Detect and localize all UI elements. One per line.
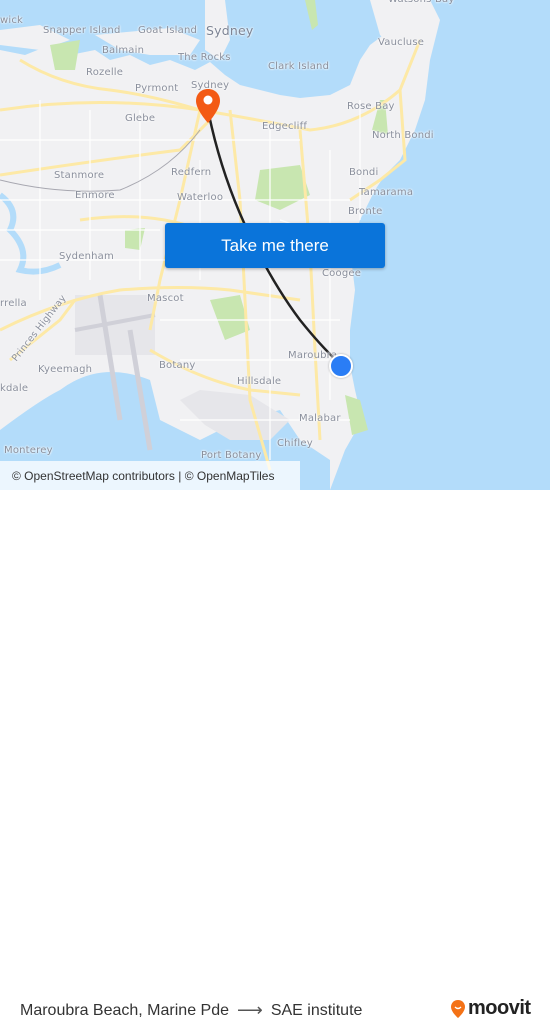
- osm-attribution-link[interactable]: © OpenStreetMap contributors: [12, 469, 175, 483]
- map-attribution: © OpenStreetMap contributors | © OpenMap…: [0, 461, 300, 490]
- place-label: Stanmore: [54, 170, 105, 181]
- place-label: kdale: [0, 383, 29, 394]
- moovit-pin-icon: [451, 999, 465, 1018]
- attribution-separator: |: [174, 468, 185, 483]
- moovit-logo[interactable]: moovit: [450, 997, 531, 1020]
- place-label: Sydney: [206, 23, 254, 38]
- vaucluse-land: [370, 0, 430, 60]
- place-label: Redfern: [171, 167, 212, 178]
- place-label: Watsons Bay: [388, 0, 454, 5]
- origin-name: Maroubra Beach, Marine Pde: [20, 1001, 229, 1019]
- place-label: Waterloo: [177, 192, 224, 203]
- place-label: North Bondi: [372, 130, 434, 141]
- place-label: The Rocks: [178, 52, 231, 63]
- place-label: Malabar: [299, 413, 341, 424]
- place-label: Clark Island: [268, 61, 330, 72]
- arrow-right-icon: ⟶: [237, 1000, 263, 1020]
- moovit-wordmark: moovit: [468, 997, 531, 1019]
- place-label: Chifley: [277, 438, 313, 449]
- port-land: [180, 390, 290, 440]
- place-label: Rose Bay: [347, 101, 395, 112]
- park-centennial: [255, 165, 310, 210]
- park-sydenham: [125, 228, 145, 250]
- airport: [75, 295, 155, 355]
- place-label: Botany: [159, 360, 196, 371]
- place-label: Enmore: [75, 190, 115, 201]
- place-label: Coogee: [322, 268, 362, 279]
- place-label: Bronte: [348, 206, 383, 217]
- origin-dot-icon[interactable]: [329, 354, 353, 378]
- take-me-there-button[interactable]: Take me there: [165, 223, 385, 268]
- destination-name: SAE institute: [270, 1001, 363, 1019]
- footer: Maroubra Beach, Marine Pde ⟶ SAE institu…: [0, 490, 550, 1020]
- place-label: Edgecliff: [262, 121, 308, 132]
- place-label: Sydenham: [59, 251, 114, 262]
- place-label: Pyrmont: [135, 83, 179, 94]
- place-label: Port Botany: [201, 450, 262, 461]
- map[interactable]: wick Snapper Island Goat Island Sydney B…: [0, 0, 550, 490]
- destination-pin-icon[interactable]: [195, 88, 221, 129]
- place-label: Kyeemagh: [38, 364, 93, 375]
- place-label: Balmain: [102, 45, 145, 56]
- place-label: wick: [0, 15, 24, 26]
- place-label: Tamarama: [359, 187, 414, 198]
- place-label: Vaucluse: [378, 37, 425, 48]
- place-label: Glebe: [125, 113, 156, 124]
- place-label: rrella: [0, 298, 27, 309]
- place-label: Goat Island: [138, 25, 198, 36]
- place-label: Hillsdale: [237, 376, 282, 387]
- route-summary: Maroubra Beach, Marine Pde ⟶ SAE institu…: [20, 1000, 362, 1021]
- park-rozelle: [50, 40, 80, 70]
- place-label: Snapper Island: [43, 25, 121, 36]
- place-label: Monterey: [4, 445, 53, 456]
- place-label: Rozelle: [86, 67, 124, 78]
- place-label: Bondi: [349, 167, 379, 178]
- openmaptiles-attribution-link[interactable]: © OpenMapTiles: [185, 469, 275, 483]
- place-label: Mascot: [147, 293, 184, 304]
